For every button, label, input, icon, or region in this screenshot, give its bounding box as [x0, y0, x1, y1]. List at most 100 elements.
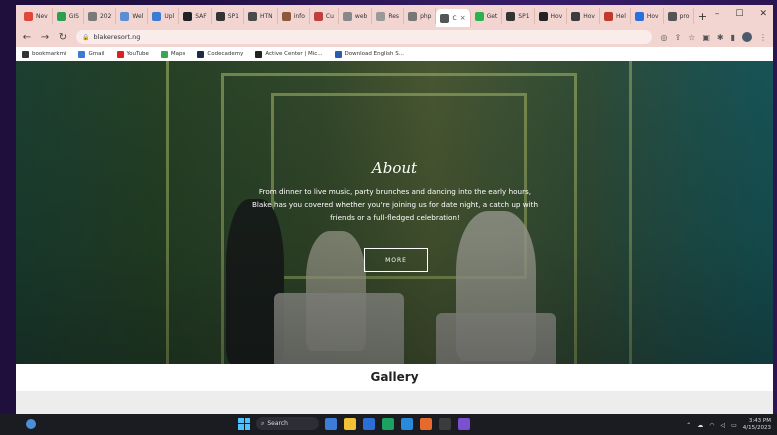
taskbar-app-icon[interactable] [382, 417, 394, 430]
taskbar-app-icon[interactable] [363, 417, 375, 430]
tab-favicon-icon [120, 11, 130, 21]
tabs: Nev GIS 202 Wel Upl SAF SP1 HTN info Cu web Res php C… [20, 5, 695, 27]
minimize-button[interactable]: – [715, 9, 720, 19]
tab-favicon-icon [342, 11, 352, 21]
wifi-icon[interactable]: ◠ [709, 422, 714, 429]
tab-favicon-icon [440, 13, 450, 23]
tab-label: Hel [615, 12, 626, 20]
tab-favicon-icon [281, 11, 291, 21]
gallery-heading: Gallery [370, 370, 419, 384]
browser-tab[interactable]: C × [436, 9, 471, 27]
tab-label: SP1 [227, 12, 239, 20]
tab-label: Upl [164, 12, 175, 20]
url-text: blakeresort.ng [93, 33, 141, 41]
bookmark-item[interactable]: Active Center | Mic... [255, 50, 323, 58]
bookmark-label: Maps [170, 51, 186, 57]
browser-tab[interactable]: info [278, 8, 310, 24]
tab-favicon-icon [603, 11, 613, 21]
browser-tab[interactable]: Wel [116, 8, 149, 24]
browser-tab[interactable]: 202 [84, 8, 117, 24]
bookmark-favicon-icon [78, 50, 86, 58]
browser-tab[interactable]: Nev [20, 8, 53, 24]
browser-tab[interactable]: Get [471, 8, 503, 24]
start-button[interactable] [238, 417, 250, 430]
bookmark-item[interactable]: Gmail [78, 50, 105, 58]
taskbar-apps: ⌕ Search [238, 417, 470, 430]
share-icon[interactable]: ⇪ [674, 33, 681, 42]
menu-icon[interactable]: ⋮ [759, 33, 767, 42]
browser-tab[interactable]: Res [372, 8, 405, 24]
taskbar-app-icon[interactable] [420, 417, 432, 430]
cloud-icon[interactable]: ☁ [697, 422, 703, 429]
browser-tab[interactable]: SP1 [212, 8, 244, 24]
address-bar[interactable]: 🔒 blakeresort.ng [76, 30, 653, 44]
bookmark-label: Active Center | Mic... [265, 51, 323, 57]
browser-tab[interactable]: Hov [535, 8, 568, 24]
chevron-up-icon[interactable]: ⌃ [686, 422, 691, 429]
tab-label: SP1 [518, 12, 530, 20]
taskbar-search[interactable]: ⌕ Search [256, 417, 319, 430]
weather-icon[interactable] [26, 419, 36, 429]
back-button[interactable]: ← [22, 32, 32, 43]
tab-favicon-icon [24, 11, 33, 21]
browser-tab[interactable]: pro [664, 8, 695, 24]
tab-label: Nev [36, 12, 48, 20]
taskbar-app-icon[interactable] [344, 417, 356, 430]
forward-button[interactable]: → [40, 32, 50, 43]
bookmark-item[interactable]: Download English S... [334, 50, 404, 58]
volume-icon[interactable]: ◁ [721, 422, 726, 429]
taskbar-app-icon[interactable] [458, 417, 470, 430]
bookmark-item[interactable]: Codecademy [197, 50, 244, 58]
close-button[interactable]: ✕ [759, 9, 767, 19]
bookmark-item[interactable]: YouTube [116, 50, 149, 58]
about-hero: About From dinner to live music, party b… [16, 61, 773, 364]
browser-tab[interactable]: SP1 [502, 8, 535, 24]
new-tab-button[interactable]: + [694, 10, 710, 23]
bookmark-label: Codecademy [207, 51, 244, 57]
bookmark-star-icon[interactable]: ☆ [688, 33, 695, 42]
puzzle-icon[interactable]: ✱ [717, 33, 724, 42]
search-icon: ⌕ [261, 419, 265, 427]
tab-label: Hov [646, 12, 659, 20]
taskbar-app-icon[interactable] [439, 417, 451, 430]
bookmark-favicon-icon [116, 50, 124, 58]
clock[interactable]: 3:43 PM 4/15/2023 [743, 418, 771, 432]
window-controls: – ☐ ✕ [715, 9, 767, 19]
browser-tab[interactable]: Hel [600, 8, 631, 24]
bookmark-item[interactable]: bookmarkmi [22, 50, 66, 58]
browser-tab[interactable]: SAF [179, 8, 212, 24]
browser-tab[interactable]: Upl [148, 8, 180, 24]
sidepanel-icon[interactable]: ▮ [731, 33, 735, 42]
taskbar-app-icon[interactable] [325, 417, 337, 430]
web-page: About From dinner to live music, party b… [16, 61, 773, 414]
browser-tab[interactable]: Hov [567, 8, 600, 24]
browser-tab[interactable]: Hov [631, 8, 664, 24]
battery-icon[interactable]: ▭ [731, 422, 737, 429]
tab-favicon-icon [667, 11, 677, 21]
bookmark-favicon-icon [197, 50, 205, 58]
reload-button[interactable]: ↻ [58, 32, 68, 43]
bookmark-favicon-icon [334, 50, 342, 58]
bookmark-favicon-icon [22, 50, 29, 58]
tab-favicon-icon [313, 11, 323, 21]
browser-tab[interactable]: HTN [244, 8, 278, 24]
profile-avatar[interactable] [742, 32, 752, 42]
taskbar-app-icon[interactable] [401, 417, 413, 430]
tab-favicon-icon [56, 11, 66, 21]
about-heading: About [371, 159, 418, 177]
more-button[interactable]: MORE [364, 248, 428, 272]
maximize-button[interactable]: ☐ [735, 9, 743, 19]
browser-tab[interactable]: web [339, 8, 373, 24]
browser-tab[interactable]: php [404, 8, 437, 24]
tab-favicon-icon [506, 11, 516, 21]
tab-label: Get [486, 12, 498, 20]
clock-date: 4/15/2023 [742, 425, 771, 431]
tab-label: SAF [195, 12, 207, 20]
close-tab-icon[interactable]: × [460, 14, 466, 22]
bookmark-item[interactable]: Maps [160, 50, 186, 58]
browser-tab[interactable]: GIS [53, 8, 84, 24]
bookmark-favicon-icon [255, 50, 263, 58]
browser-tab[interactable]: Cu [310, 8, 339, 24]
extension-icon[interactable]: ▣ [702, 33, 710, 42]
google-lens-icon[interactable]: ◎ [660, 33, 667, 42]
